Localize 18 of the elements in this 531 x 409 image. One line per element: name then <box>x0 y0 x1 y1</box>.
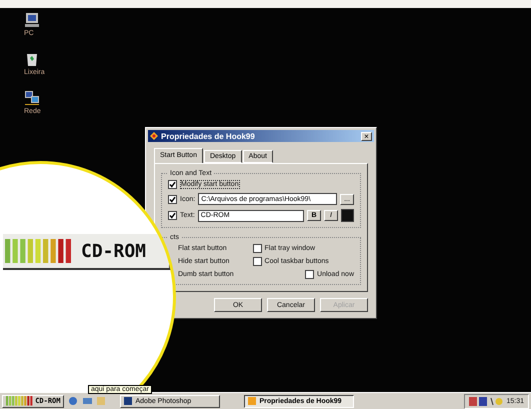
app-icon <box>248 397 256 405</box>
recycle-bin-icon[interactable] <box>24 51 40 67</box>
checkbox[interactable] <box>168 211 177 220</box>
color-swatch[interactable] <box>341 209 354 222</box>
checkbox[interactable] <box>252 257 262 266</box>
checkbox[interactable] <box>305 270 314 279</box>
checkbox[interactable] <box>168 180 177 189</box>
tray-icons[interactable] <box>469 396 504 406</box>
close-button[interactable]: × <box>361 132 372 140</box>
checkbox[interactable] <box>168 194 177 204</box>
app-icon <box>150 132 158 140</box>
app-icon <box>124 397 132 405</box>
computer-icon[interactable] <box>24 12 40 28</box>
network-computers-icon[interactable] <box>24 90 40 106</box>
level-bars-icon <box>5 239 73 263</box>
checkbox[interactable] <box>252 244 262 253</box>
level-bars-icon <box>6 396 34 406</box>
window-title: Propriedades de Hook99 <box>161 132 256 140</box>
